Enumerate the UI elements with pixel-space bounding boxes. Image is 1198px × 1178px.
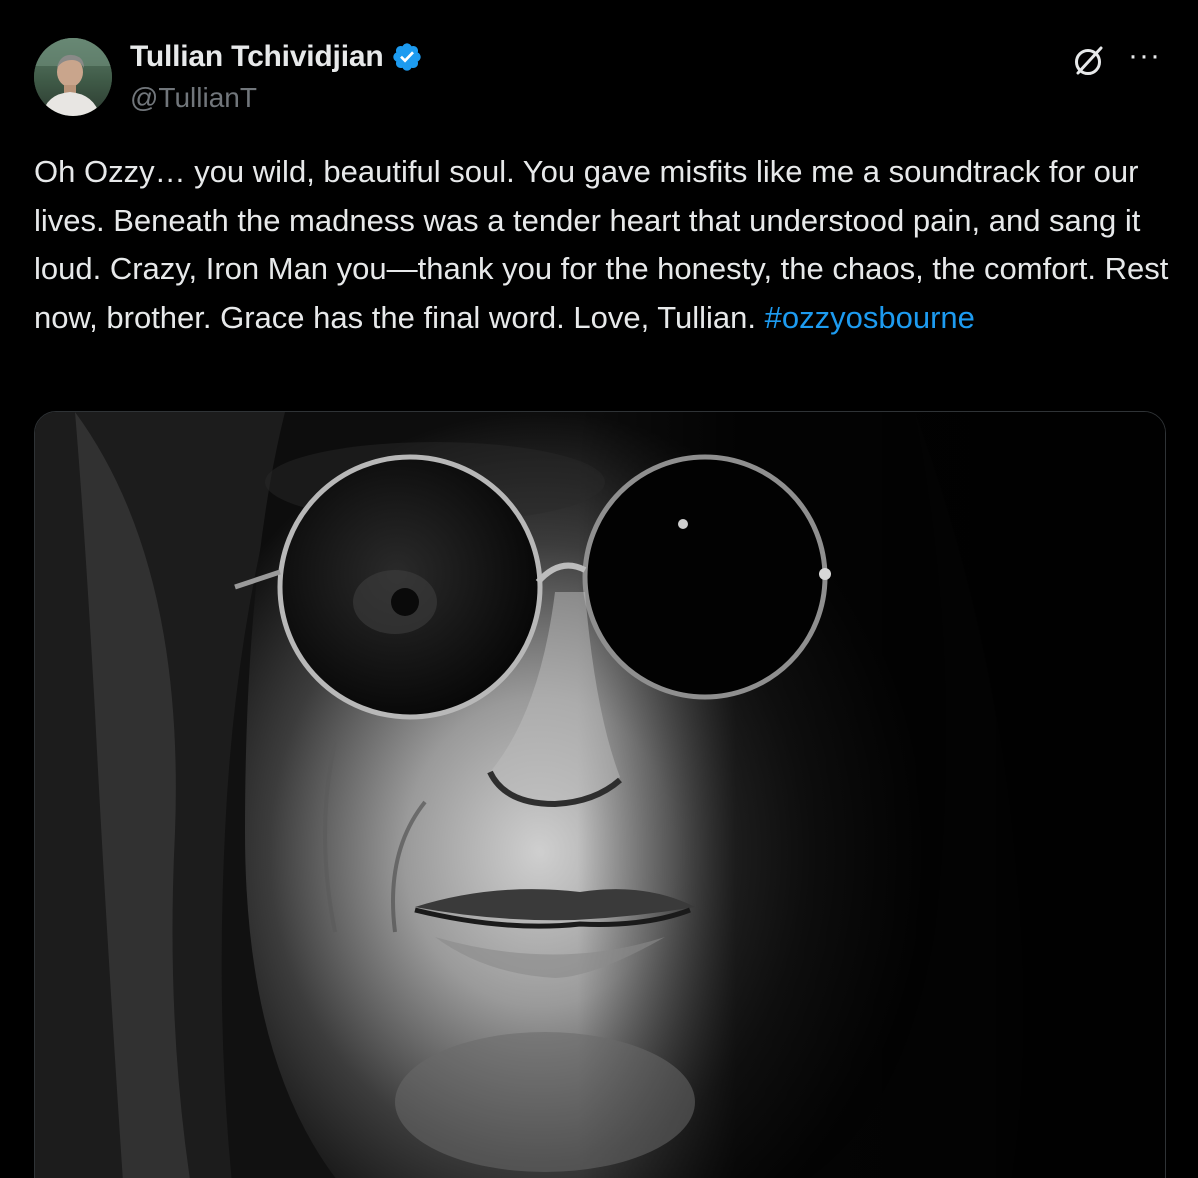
author-avatar[interactable] — [34, 38, 112, 116]
verified-badge-icon[interactable] — [391, 41, 423, 73]
hashtag-link[interactable]: #ozzyosbourne — [765, 300, 975, 335]
grok-icon[interactable] — [1070, 42, 1108, 80]
avatar-photo — [34, 38, 112, 116]
author-handle[interactable]: @TullianT — [130, 82, 257, 114]
tweet-text: Oh Ozzy… you wild, beautiful soul. You g… — [34, 148, 1174, 342]
author-name-row: Tullian Tchividjian — [130, 40, 423, 74]
author-display-name[interactable]: Tullian Tchividjian — [130, 40, 384, 74]
tweet-media-photo[interactable] — [34, 411, 1166, 1178]
portrait-image — [35, 412, 1165, 1178]
more-options-icon[interactable]: ··· — [1128, 41, 1164, 71]
tweet-body: Oh Ozzy… you wild, beautiful soul. You g… — [34, 154, 1169, 335]
